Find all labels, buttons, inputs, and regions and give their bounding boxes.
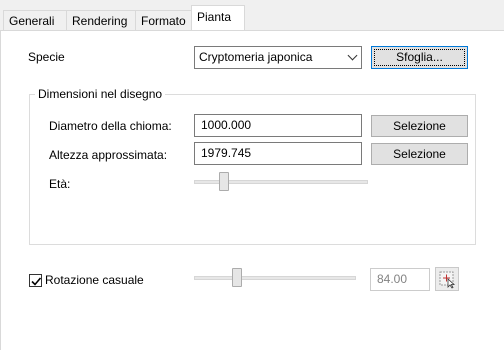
crown-diameter-value: 1000.000 — [201, 118, 252, 132]
crown-diameter-field[interactable]: 1000.000 — [194, 114, 362, 137]
select-button-label: Selezione — [393, 119, 446, 133]
age-label: Età: — [49, 177, 71, 191]
rotation-slider-thumb[interactable] — [232, 268, 242, 287]
approx-height-label: Altezza approssimata: — [49, 148, 168, 162]
tab-label: Formato — [141, 14, 186, 28]
species-label: Specie — [28, 50, 65, 64]
approx-height-field[interactable]: 1979.745 — [194, 142, 362, 165]
tab-label: Rendering — [72, 14, 128, 28]
checkmark-icon — [31, 277, 42, 286]
pick-angle-icon — [439, 271, 456, 289]
select-button-label: Selezione — [393, 147, 446, 161]
chevron-down-icon — [347, 50, 358, 61]
tab-rendering[interactable]: Rendering — [66, 10, 136, 31]
tab-panel: Specie Cryptomeria japonica Sfoglia... D… — [0, 30, 504, 350]
browse-button-label: Sfoglia... — [396, 50, 443, 64]
crown-diameter-select-button[interactable]: Selezione — [371, 115, 468, 137]
random-rotation-checkbox[interactable] — [29, 274, 42, 287]
random-rotation-label[interactable]: Rotazione casuale — [45, 273, 144, 288]
age-slider-thumb[interactable] — [219, 172, 229, 191]
pick-angle-button[interactable] — [435, 267, 459, 291]
dimensions-group-title: Dimensioni nel disegno — [35, 87, 166, 102]
species-dropdown[interactable]: Cryptomeria japonica — [194, 46, 362, 69]
species-value: Cryptomeria japonica — [199, 50, 313, 64]
approx-height-value: 1979.745 — [201, 146, 252, 160]
browse-button[interactable]: Sfoglia... — [371, 46, 468, 69]
tab-formato[interactable]: Formato — [135, 10, 192, 31]
rotation-value-field[interactable]: 84.00 — [370, 268, 430, 291]
tab-generali[interactable]: Generali — [3, 10, 67, 31]
crown-diameter-label: Diametro della chioma: — [49, 119, 172, 133]
tab-label: Pianta — [197, 10, 232, 24]
rotation-slider-track — [194, 276, 356, 280]
approx-height-select-button[interactable]: Selezione — [371, 143, 468, 165]
age-slider[interactable] — [194, 171, 368, 193]
rotation-slider[interactable] — [194, 267, 356, 289]
tab-label: Generali — [9, 14, 55, 28]
rotation-value: 84.00 — [377, 272, 408, 286]
tab-pianta[interactable]: Pianta — [191, 5, 245, 30]
